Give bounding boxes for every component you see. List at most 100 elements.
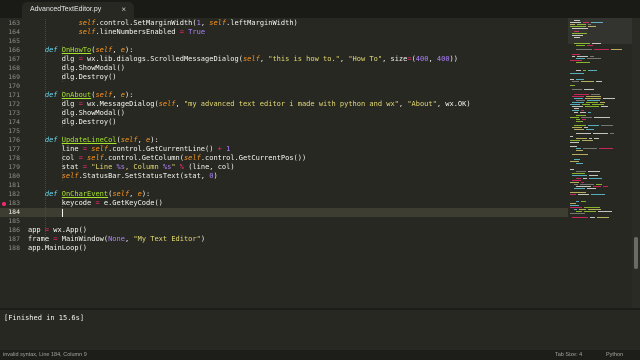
minimap-line [593,133,608,135]
code-line: def UpdateLineCol(self, e): [44,136,159,144]
line-number: 177 [8,145,20,153]
minimap-line [570,116,579,118]
minimap-line [584,127,588,129]
minimap-line [572,89,582,91]
minimap-line [574,108,579,110]
code-line: line = self.control.GetCurrentLine() + 1 [28,145,231,153]
minimap-line [610,133,614,135]
minimap-line [581,181,584,183]
minimap-line [583,177,587,179]
minimap-line [589,137,592,139]
minimap-line [583,70,586,72]
minimap-line [572,217,588,219]
minimap-line [574,125,586,126]
minimap-line [589,177,602,179]
minimap-line [600,101,605,103]
minimap-line [587,188,596,189]
code-line: def OnAbout(self, e): [44,91,134,99]
minimap-line [590,217,595,219]
minimap-line [596,80,602,82]
minimap-line [570,181,579,183]
line-number: 175 [8,127,20,135]
minimap-line [588,112,591,114]
minimap-line [596,183,602,185]
minimap-line [588,125,599,126]
minimap-line [570,85,575,87]
minimap-line [582,104,590,105]
minimap-line [577,55,588,57]
tab-size-indicator[interactable]: Tab Size: 4 [555,350,582,360]
code-line: stat = "Line %s, Column %s" % (line, col… [28,163,235,171]
minimap-line [576,171,586,173]
build-output-text: [Finished in 15.6s] [4,314,85,322]
minimap-line [584,206,600,208]
line-number: 170 [8,82,20,90]
code-area[interactable]: self.control.SetMarginWidth(1, self.left… [28,18,568,308]
minimap-line [572,101,584,103]
minimap-line [587,99,600,101]
minimap-line [570,78,574,80]
minimap-line [570,213,585,215]
minimap[interactable] [568,18,632,308]
minimap-line [594,137,599,139]
code-line: dlg = wx.MessageDialog(self, "my advance… [28,100,471,108]
minimap-line [572,179,581,181]
minimap-line [572,55,575,57]
code-line: def OnHowTo(self, e): [44,46,134,54]
line-number: 167 [8,55,20,63]
line-number: 173 [8,109,20,117]
minimap-line [570,135,573,137]
minimap-line [570,59,582,61]
minimap-line [576,211,582,213]
minimap-line [572,80,579,82]
minimap-viewport[interactable] [568,18,632,44]
minimap-line [588,171,600,173]
minimap-line [574,93,589,95]
line-number: 166 [8,46,20,54]
minimap-line [599,148,613,150]
minimap-line [576,185,591,187]
minimap-line [576,150,583,152]
status-bar: invalid syntax, Line 184, Column 9 Tab S… [0,350,640,360]
close-icon[interactable]: × [121,2,126,18]
minimap-line [570,204,579,206]
minimap-line [574,112,578,114]
syntax-indicator[interactable]: Python [606,350,623,360]
line-number: 188 [8,244,20,252]
minimap-line [588,209,601,210]
minimap-line [570,206,582,208]
minimap-line [579,209,586,210]
code-line: frame = MainWindow(None, "My Text Editor… [28,235,206,243]
minimap-line [576,45,585,47]
code-line: self.StatusBar.SetStatusText(stat, 0) [61,172,218,180]
code-line: dlg = wx.lib.dialogs.ScrolledMessageDial… [28,55,458,63]
line-number: 172 [8,100,20,108]
minimap-line [572,175,587,177]
code-line: keycode = e.GetKeyCode() [28,199,163,207]
minimap-line [581,116,592,118]
minimap-line [583,148,597,150]
minimap-line [594,116,610,118]
minimap-line [578,194,589,196]
minimap-line [598,211,612,213]
minimap-line [601,125,613,126]
minimap-line [576,162,583,164]
code-line: dlg.Destroy() [28,118,117,126]
line-number: 165 [8,37,20,45]
code-line: self.control.SetMarginWidth(1, self.left… [78,19,298,27]
minimap-line [587,45,593,47]
code-editor[interactable]: 163 164 165 166 167 168 169 170 171 172 173 174 175 1… [0,18,640,308]
minimap-line [576,99,585,101]
minimap-line [592,104,604,105]
line-number: 184 [8,208,20,216]
status-message: invalid syntax, Line 184, Column 9 [3,352,87,358]
line-number: 185 [8,217,20,225]
minimap-line [574,188,585,189]
minimap-line [586,101,598,103]
minimap-line [581,200,586,202]
tab-advanced-text-editor[interactable]: AdvancedTextEditor.py × [22,2,134,18]
minimap-line [580,183,594,185]
minimap-line [603,185,608,187]
line-number: 169 [8,73,20,81]
scrollbar-thumb[interactable] [634,237,638,269]
